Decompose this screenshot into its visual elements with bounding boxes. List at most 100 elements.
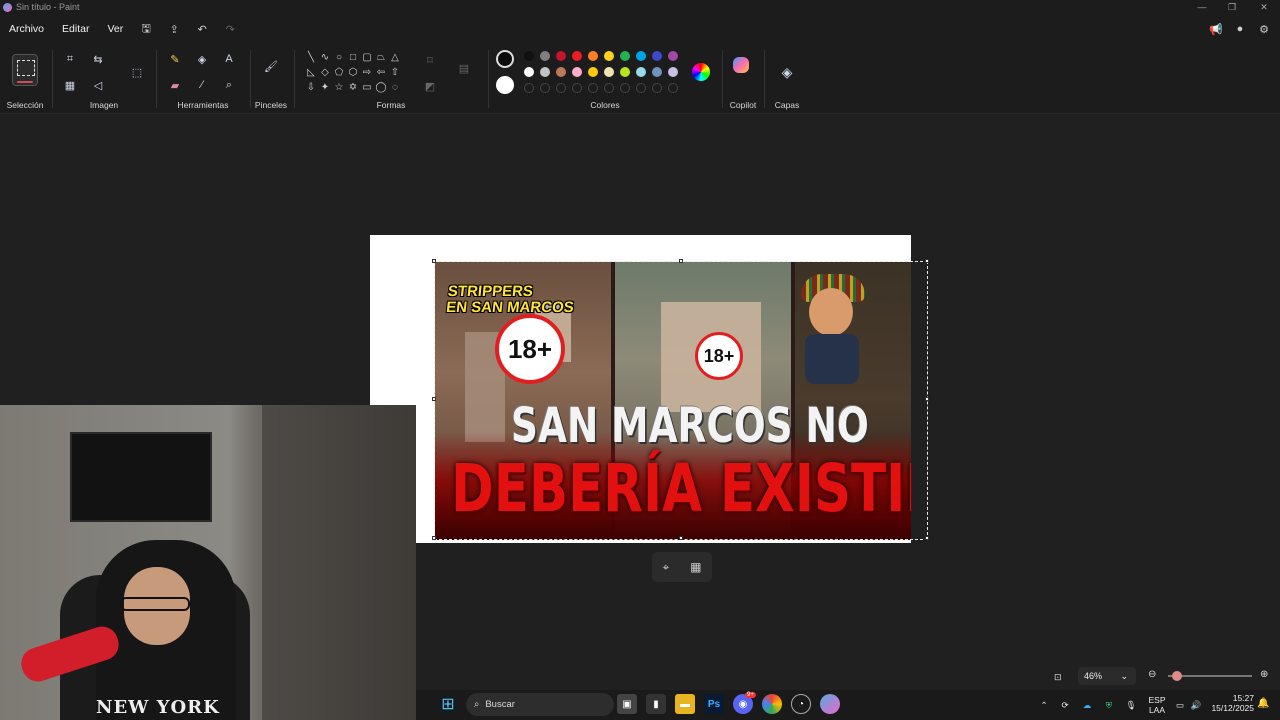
shape-options-icon[interactable]: ▤: [454, 58, 474, 78]
image-grid-icon[interactable]: ▦: [60, 75, 80, 95]
text-tool-icon[interactable]: A: [219, 49, 239, 69]
color-swatch[interactable]: [604, 83, 614, 93]
menu-ver[interactable]: Ver: [98, 23, 132, 35]
pencil-icon[interactable]: ✎: [165, 49, 185, 69]
zoom-level-dropdown[interactable]: 46% ⌄: [1078, 667, 1136, 685]
color-swatch[interactable]: [620, 51, 630, 61]
resize-handle[interactable]: [432, 397, 436, 401]
color-swatch[interactable]: [540, 51, 550, 61]
fill-bucket-icon[interactable]: ◈: [192, 49, 212, 69]
zoom-in-icon[interactable]: ⊕: [1260, 669, 1268, 680]
color-swatch[interactable]: [604, 51, 614, 61]
taskbar-search[interactable]: ⌕ Buscar: [466, 693, 614, 716]
color-swatch[interactable]: [572, 83, 582, 93]
app-icon[interactable]: ▮: [646, 694, 666, 714]
copilot-icon[interactable]: [733, 57, 749, 73]
zoom-slider-knob[interactable]: [1172, 671, 1182, 681]
color-swatch[interactable]: [572, 51, 582, 61]
resize-handle[interactable]: [925, 397, 929, 401]
windows-start-icon[interactable]: ⊞: [438, 694, 458, 714]
color-swatch[interactable]: [572, 67, 582, 77]
color-swatch[interactable]: [556, 51, 566, 61]
color-swatch[interactable]: [540, 83, 550, 93]
remove-background-icon[interactable]: ⌖: [662, 560, 669, 575]
image-select-icon[interactable]: ⬚: [127, 62, 147, 82]
color-swatch[interactable]: [620, 83, 630, 93]
color-swatch[interactable]: [588, 83, 598, 93]
chrome-icon[interactable]: [762, 694, 782, 714]
zoom-slider[interactable]: [1168, 671, 1252, 681]
color-swatch[interactable]: [604, 67, 614, 77]
magnifier-icon[interactable]: ⌕: [219, 75, 239, 95]
security-icon[interactable]: ⛨: [1098, 700, 1120, 711]
color-swatch[interactable]: [524, 51, 534, 61]
color-swatch[interactable]: [524, 83, 534, 93]
color-swatch[interactable]: [540, 67, 550, 77]
onedrive-icon[interactable]: ☁: [1076, 700, 1098, 711]
share-icon[interactable]: ⇪: [160, 23, 188, 36]
fill-icon[interactable]: ◩: [420, 76, 440, 96]
color-swatch[interactable]: [668, 67, 678, 77]
rotate-icon[interactable]: ◁: [88, 75, 108, 95]
outline-icon[interactable]: ⌑: [420, 50, 440, 70]
account-icon[interactable]: ●: [1228, 23, 1252, 35]
resize-handle[interactable]: [432, 259, 436, 263]
resize-handle[interactable]: [925, 536, 929, 540]
color-swatch[interactable]: [556, 83, 566, 93]
redo-icon[interactable]: ↷: [216, 23, 244, 36]
color-swatch[interactable]: [636, 51, 646, 61]
file-explorer-icon[interactable]: ▬: [675, 694, 695, 714]
color-swatch[interactable]: [652, 67, 662, 77]
zoom-out-icon[interactable]: ⊖: [1148, 669, 1156, 680]
save-icon[interactable]: 🖫: [132, 20, 160, 39]
color-picker-icon[interactable]: ⁄: [192, 75, 212, 95]
color-swatch[interactable]: [668, 83, 678, 93]
color-swatch[interactable]: [524, 67, 534, 77]
announcement-icon[interactable]: 📢: [1204, 23, 1228, 36]
photoshop-icon[interactable]: Ps: [704, 694, 724, 714]
network-icon[interactable]: ▭: [1172, 700, 1188, 711]
resize-handle[interactable]: [679, 536, 683, 540]
chevron-up-icon[interactable]: ⌃: [1034, 700, 1054, 711]
minimize-button[interactable]: —: [1186, 0, 1218, 14]
selection-tool-button[interactable]: [12, 54, 38, 86]
sync-icon[interactable]: ⟳: [1054, 700, 1076, 711]
paint-taskbar-icon[interactable]: [820, 694, 840, 714]
color-swatch[interactable]: [652, 83, 662, 93]
resize-icon[interactable]: ⇆: [88, 49, 108, 69]
pasted-thumbnail-image[interactable]: STRIPPERS EN SAN MARCOS 18+ 18+ SAN MARC…: [435, 262, 911, 540]
color-swatch[interactable]: [556, 67, 566, 77]
color-swatch[interactable]: [588, 67, 598, 77]
menu-editar[interactable]: Editar: [53, 23, 98, 35]
notification-bell-icon[interactable]: 🔔: [1257, 698, 1269, 709]
volume-icon[interactable]: 🔊: [1188, 700, 1204, 711]
brush-icon[interactable]: 🖌: [261, 56, 281, 76]
undo-icon[interactable]: ↶: [188, 23, 216, 36]
taskbar-clock[interactable]: 15:27 15/12/2025: [1206, 693, 1254, 713]
task-view-icon[interactable]: ▣: [617, 694, 637, 714]
close-button[interactable]: ✕: [1248, 0, 1280, 14]
color-swatch[interactable]: [636, 83, 646, 93]
eraser-icon[interactable]: ▰: [165, 75, 185, 95]
color-swatch[interactable]: [620, 67, 630, 77]
language-indicator[interactable]: ESP LAA: [1142, 695, 1172, 715]
resize-handle[interactable]: [432, 536, 436, 540]
menu-archivo[interactable]: Archivo: [0, 23, 53, 35]
color-swatch[interactable]: [668, 51, 678, 61]
crop-icon[interactable]: ⌗: [60, 49, 80, 69]
fit-to-window-icon[interactable]: ⊡: [1054, 672, 1062, 683]
color-swatch[interactable]: [588, 51, 598, 61]
microphone-icon[interactable]: 🎙: [1120, 700, 1142, 711]
resize-handle[interactable]: [925, 259, 929, 263]
obs-icon[interactable]: ◔: [791, 694, 811, 714]
maximize-button[interactable]: ❐: [1216, 0, 1248, 14]
settings-gear-icon[interactable]: ⚙: [1252, 23, 1276, 36]
color-swatch[interactable]: [636, 67, 646, 77]
layers-icon[interactable]: ◈: [777, 62, 797, 82]
resize-handle[interactable]: [679, 259, 683, 263]
edit-colors-icon[interactable]: [692, 63, 710, 81]
image-options-icon[interactable]: ▦: [690, 560, 701, 574]
secondary-color-swatch[interactable]: [496, 76, 514, 94]
primary-color-swatch[interactable]: [496, 50, 514, 68]
color-swatch[interactable]: [652, 51, 662, 61]
